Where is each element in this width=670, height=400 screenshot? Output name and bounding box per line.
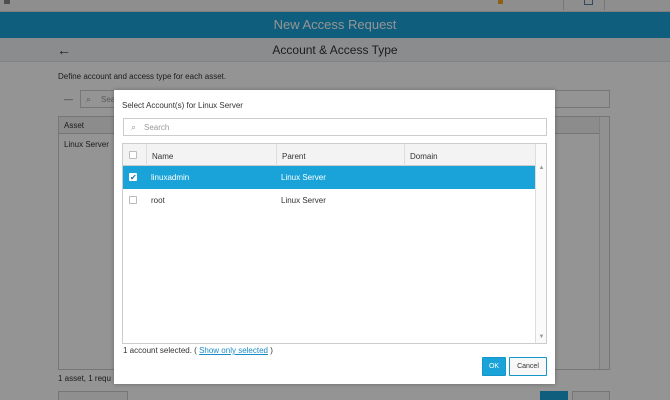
- ok-button[interactable]: OK: [482, 357, 506, 376]
- scroll-up-icon[interactable]: ▲: [538, 165, 545, 171]
- selection-status: 1 account selected. ( Show only selected…: [123, 346, 273, 355]
- row-name: root: [151, 196, 165, 205]
- row-domain: [404, 166, 409, 189]
- table-row[interactable]: ✔ linuxadmin Linux Server: [123, 166, 536, 189]
- account-search-input[interactable]: [144, 122, 534, 133]
- table-row[interactable]: root Linux Server: [123, 189, 536, 212]
- row-parent: Linux Server: [281, 196, 326, 205]
- column-parent[interactable]: Parent: [276, 144, 404, 166]
- row-name: linuxadmin: [151, 173, 190, 182]
- selection-status-close: ): [270, 346, 273, 355]
- dialog-title: Select Account(s) for Linux Server: [122, 101, 243, 110]
- show-only-selected-link[interactable]: Show only selected: [199, 346, 268, 355]
- account-search-box: ⌕: [123, 118, 547, 136]
- column-domain[interactable]: Domain: [404, 144, 536, 166]
- accounts-grid-header: Name Parent Domain: [123, 144, 536, 166]
- row-domain: [404, 189, 409, 212]
- selection-count: 1 account selected. (: [123, 346, 197, 355]
- scroll-down-icon[interactable]: ▼: [538, 334, 545, 340]
- search-icon: ⌕: [131, 122, 137, 132]
- row-checkbox[interactable]: ✔: [129, 173, 137, 182]
- grid-scrollbar[interactable]: ▲ ▼: [535, 144, 546, 343]
- accounts-grid-body: ✔ linuxadmin Linux Server root Linux Ser…: [123, 166, 536, 212]
- row-parent: Linux Server: [281, 173, 326, 182]
- select-accounts-dialog: Select Account(s) for Linux Server ⌕ Nam…: [114, 90, 555, 384]
- row-checkbox[interactable]: [129, 196, 137, 204]
- accounts-grid: Name Parent Domain ✔ linuxadmin Linux Se…: [122, 143, 547, 344]
- cancel-button[interactable]: Cancel: [509, 357, 547, 376]
- column-name[interactable]: Name: [146, 144, 276, 166]
- select-all-checkbox[interactable]: [129, 151, 137, 159]
